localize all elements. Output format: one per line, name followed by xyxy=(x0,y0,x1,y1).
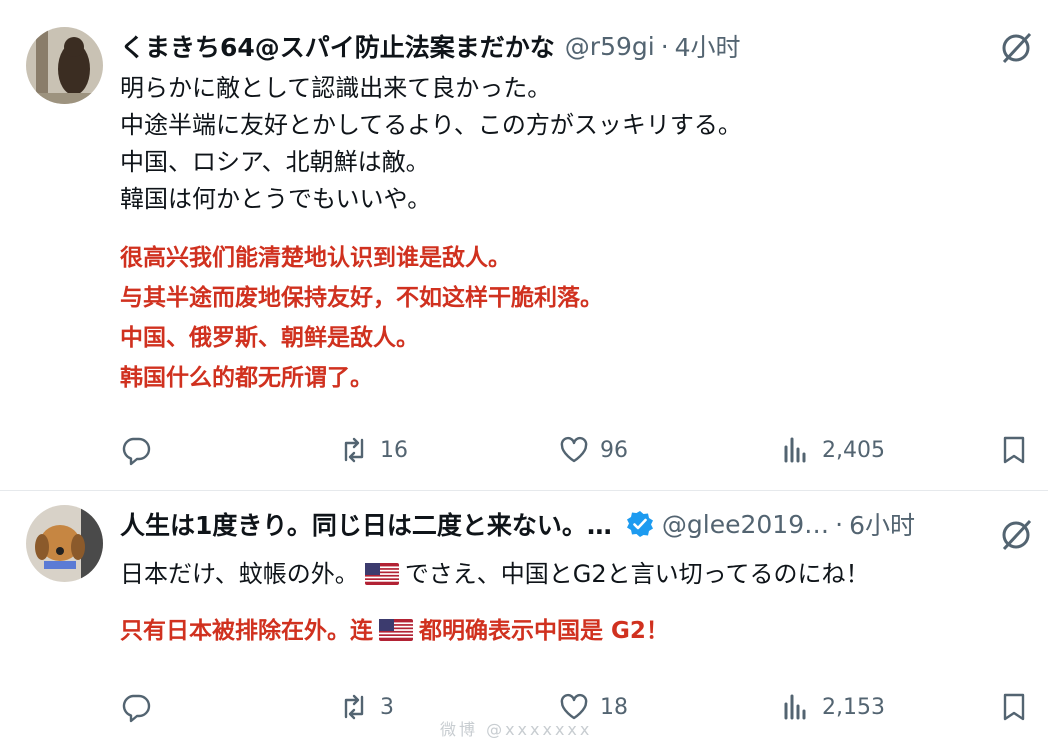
translation-line: 韩国什么的都无所谓了。 xyxy=(120,365,373,391)
verified-icon xyxy=(626,510,654,538)
action-bar: 16 96 2,405 xyxy=(0,428,1048,472)
display-name[interactable]: くまきち64@スパイ防止法案まだかな xyxy=(120,28,555,64)
reply-button[interactable] xyxy=(120,685,152,729)
translation-segment: 只有日本被排除在外。连 xyxy=(120,618,373,644)
text-line: 明らかに敵として認識出来て良かった。 xyxy=(120,74,552,102)
watermark: 微博 @xxxxxxx xyxy=(440,720,593,739)
retweet-icon xyxy=(344,437,364,463)
tweet-header: くまきち64@スパイ防止法案まだかな @r59gi · 4小时 xyxy=(120,26,988,66)
text-segment: でさえ、中国とG2と言い切ってるのにね！ xyxy=(404,560,870,588)
translation-line: 与其半途而废地保持友好，不如这样干脆利落。 xyxy=(120,285,603,311)
retweet-button[interactable]: 3 xyxy=(338,685,394,729)
tweet-header: 人生は1度きり。同じ日は二度と来ない。… @glee2019… · 6小时 xyxy=(120,504,988,544)
like-button[interactable]: 96 xyxy=(558,428,628,472)
like-count: 18 xyxy=(600,694,628,720)
user-handle[interactable]: @glee2019… xyxy=(662,510,829,539)
reply-icon xyxy=(122,437,151,466)
tweet-text: 日本だけ、蚊帳の外。 でさえ、中国とG2と言い切ってるのにね！ xyxy=(120,556,869,593)
display-name[interactable]: 人生は1度きり。同じ日は二度と来ない。… xyxy=(120,506,612,542)
like-icon xyxy=(560,436,588,463)
bookmark-icon xyxy=(1003,436,1025,464)
separator-dot: · xyxy=(835,509,844,539)
views-icon xyxy=(784,694,806,720)
retweet-icon xyxy=(344,694,364,720)
us-flag-icon xyxy=(379,619,413,641)
separator-dot: · xyxy=(660,31,669,61)
grok-icon[interactable] xyxy=(998,517,1034,553)
text-line: 中途半端に友好とかしてるより、この方がスッキリする。 xyxy=(120,111,742,139)
user-handle[interactable]: @r59gi xyxy=(565,32,655,61)
tweet-1[interactable]: くまきち64@スパイ防止法案まだかな @r59gi · 4小时 明らかに敵として… xyxy=(0,0,1048,491)
retweet-count: 3 xyxy=(380,694,394,720)
translation-segment: 都明确表示中国是 G2！ xyxy=(419,618,669,644)
views-count: 2,153 xyxy=(822,694,885,720)
text-segment: 日本だけ、蚊帳の外。 xyxy=(120,560,359,588)
bookmark-button[interactable] xyxy=(998,685,1030,729)
avatar[interactable] xyxy=(26,27,103,104)
us-flag-icon xyxy=(364,563,399,585)
text-line: 中国、ロシア、北朝鮮は敵。 xyxy=(120,148,430,176)
translation-line: 很高兴我们能清楚地认识到谁是敌人。 xyxy=(120,245,511,271)
bookmark-button[interactable] xyxy=(998,428,1030,472)
avatar[interactable] xyxy=(26,505,103,582)
views-button[interactable]: 2,405 xyxy=(780,428,885,472)
reply-button[interactable] xyxy=(120,428,152,472)
like-count: 96 xyxy=(600,437,628,463)
translation-text: 只有日本被排除在外。连 都明确表示中国是 G2！ xyxy=(120,611,669,651)
tweet-text: 明らかに敵として認識出来て良かった。 中途半端に友好とかしてるより、この方がスッ… xyxy=(120,70,742,218)
text-line: 韓国は何かとうでもいいや。 xyxy=(120,185,432,213)
retweet-count: 16 xyxy=(380,437,408,463)
views-count: 2,405 xyxy=(822,437,885,463)
grok-icon[interactable] xyxy=(998,30,1034,66)
timestamp[interactable]: 4小时 xyxy=(675,28,741,64)
views-icon xyxy=(784,437,806,463)
translation-text: 很高兴我们能清楚地认识到谁是敌人。 与其半途而废地保持友好，不如这样干脆利落。 … xyxy=(120,238,603,398)
timestamp[interactable]: 6小时 xyxy=(849,506,915,542)
tweet-2[interactable]: 人生は1度きり。同じ日は二度と来ない。… @glee2019… · 6小时 日本… xyxy=(0,491,1048,753)
bookmark-icon xyxy=(1003,693,1025,721)
retweet-button[interactable]: 16 xyxy=(338,428,408,472)
reply-icon xyxy=(122,694,151,723)
views-button[interactable]: 2,153 xyxy=(780,685,885,729)
translation-line: 中国、俄罗斯、朝鲜是敌人。 xyxy=(120,325,419,351)
